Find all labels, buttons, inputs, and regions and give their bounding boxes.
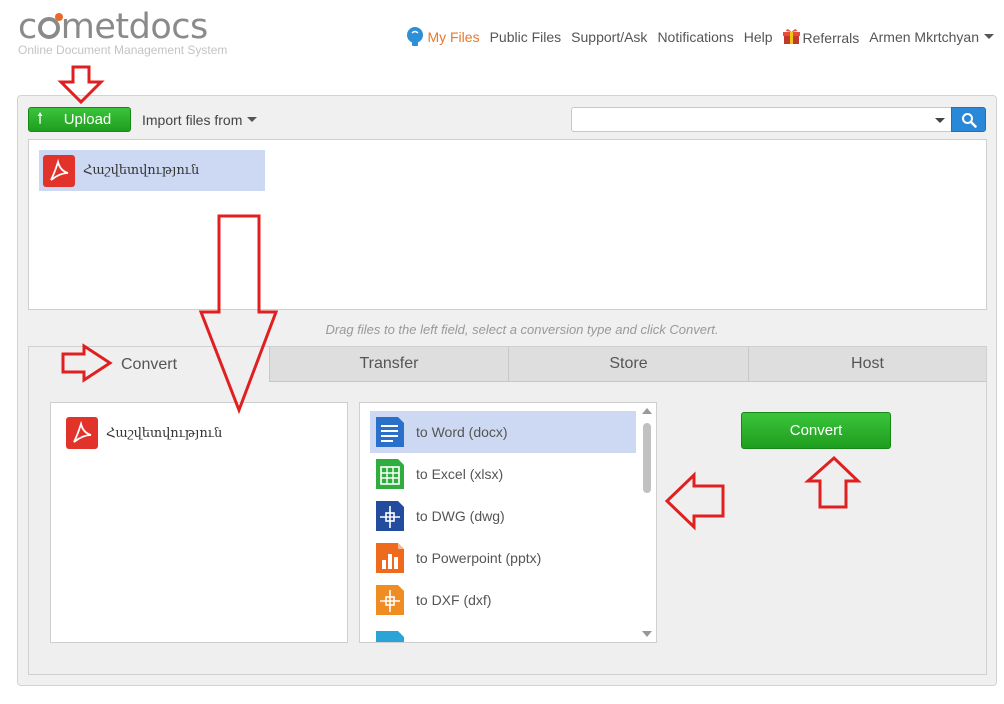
selected-file-item[interactable]: Հաշվետվություն [66,417,222,449]
scroll-up-arrow-icon[interactable] [642,408,652,414]
tab-bar: Convert Transfer Store Host [29,347,986,382]
chevron-down-icon [247,117,258,122]
conversion-option-excel[interactable]: to Excel (xlsx) [370,453,636,495]
nav-public-files[interactable]: Public Files [490,29,562,45]
lightbulb-icon [407,27,424,46]
nav-referrals-label: Referrals [802,30,860,46]
tab-store[interactable]: Store [508,347,748,382]
tab-host[interactable]: Host [748,347,986,382]
pdf-icon [43,154,75,187]
main-panel: 🠑 Upload Import files from Հաշվետվությու… [17,95,997,686]
upload-button-label: Upload [63,111,112,128]
conversion-option-label: to DXF (dxf) [416,592,492,608]
file-list-area[interactable]: Հաշվետվություն [28,139,987,310]
nav-help[interactable]: Help [744,29,773,45]
search-input[interactable] [571,107,952,132]
conversion-option-label: to Word (docx) [416,424,508,440]
logo-tagline: Online Document Management System [18,43,228,57]
file-name: Հաշվետվություն [83,163,200,178]
selected-file-name: Հաշվետվություն [106,425,223,441]
conversion-option-dwg[interactable]: to DWG (dwg) [370,495,636,537]
word-icon [376,417,404,447]
selected-files-panel[interactable]: Հաշվետվություն [50,402,348,643]
chevron-down-icon [984,34,994,39]
scrollbar[interactable] [640,405,654,640]
conversion-type-list[interactable]: to Word (docx) to Excel (xlsx) to DWG (d… [359,402,657,643]
user-menu[interactable]: Armen Mkrtchyan [869,29,994,45]
nav-my-files[interactable]: My Files [406,27,480,47]
dwg-icon [376,501,404,531]
search-button[interactable] [951,107,986,132]
tab-transfer[interactable]: Transfer [269,347,508,382]
nav-referrals[interactable]: Referrals [782,28,860,46]
instruction-hint: Drag files to the left field, select a c… [325,322,719,337]
conversion-option-label: to Excel (xlsx) [416,466,504,482]
upload-button[interactable]: 🠑 Upload [28,107,131,132]
cometdocs-logo[interactable]: c metdocs Online Document Management Syst… [18,8,227,57]
nav-my-files-label: My Files [427,29,480,45]
scroll-thumb[interactable] [643,423,651,493]
pdf-icon [66,417,98,449]
scroll-down-arrow-icon[interactable] [642,631,652,637]
powerpoint-icon [376,543,404,573]
nav-support[interactable]: Support/Ask [571,29,647,45]
top-navigation: My Files Public Files Support/Ask Notifi… [396,27,994,47]
file-icon [376,631,404,642]
file-item[interactable]: Հաշվետվություն [39,150,265,191]
logo-o-mark [37,13,63,39]
excel-icon [376,459,404,489]
import-files-label: Import files from [142,112,243,128]
conversion-option-partial[interactable] [370,621,636,642]
tab-convert[interactable]: Convert [29,347,269,382]
tabs-panel: Convert Transfer Store Host Հաշվետվությո… [28,346,987,675]
upload-arrow-icon: 🠑 [37,109,43,126]
dxf-icon [376,585,404,615]
gift-icon [782,29,800,44]
import-files-dropdown[interactable]: Import files from [142,112,258,128]
convert-button[interactable]: Convert [741,412,891,449]
search-icon [961,112,977,128]
chevron-down-icon[interactable] [935,118,945,123]
conversion-option-word[interactable]: to Word (docx) [370,411,636,453]
conversion-option-powerpoint[interactable]: to Powerpoint (pptx) [370,537,636,579]
conversion-option-label: to DWG (dwg) [416,508,505,524]
logo-wordmark: c metdocs [18,7,208,47]
nav-notifications[interactable]: Notifications [657,29,733,45]
user-name: Armen Mkrtchyan [869,29,979,45]
conversion-option-label: to Powerpoint (pptx) [416,550,542,566]
conversion-option-dxf[interactable]: to DXF (dxf) [370,579,636,621]
